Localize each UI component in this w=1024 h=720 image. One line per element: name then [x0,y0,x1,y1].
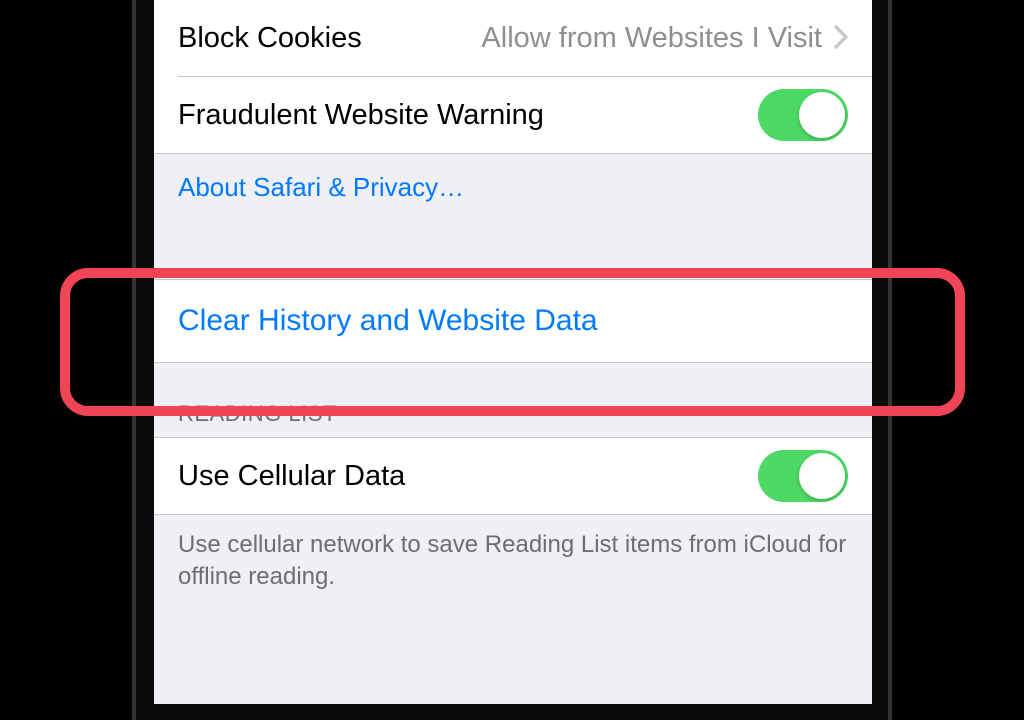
section-spacer [154,223,872,279]
chevron-right-icon [834,22,848,54]
block-cookies-value: Allow from Websites I Visit [378,22,822,55]
block-cookies-row[interactable]: Block Cookies Allow from Websites I Visi… [154,0,872,76]
toggle-knob-icon [799,453,845,499]
reading-list-footer: Use cellular network to save Reading Lis… [154,515,872,624]
fraudulent-warning-row[interactable]: Fraudulent Website Warning [154,77,872,153]
reading-list-header: READING LIST [154,363,872,437]
use-cellular-data-label: Use Cellular Data [178,460,405,493]
fraudulent-warning-label: Fraudulent Website Warning [178,99,544,132]
settings-screen: Block Cookies Allow from Websites I Visi… [154,0,872,704]
toggle-knob-icon [799,92,845,138]
fraudulent-warning-toggle[interactable] [758,89,848,141]
use-cellular-data-toggle[interactable] [758,450,848,502]
clear-history-button[interactable]: Clear History and Website Data [154,279,872,363]
use-cellular-data-row[interactable]: Use Cellular Data [154,438,872,514]
about-safari-privacy-link[interactable]: About Safari & Privacy… [154,154,872,223]
block-cookies-label: Block Cookies [178,22,362,55]
